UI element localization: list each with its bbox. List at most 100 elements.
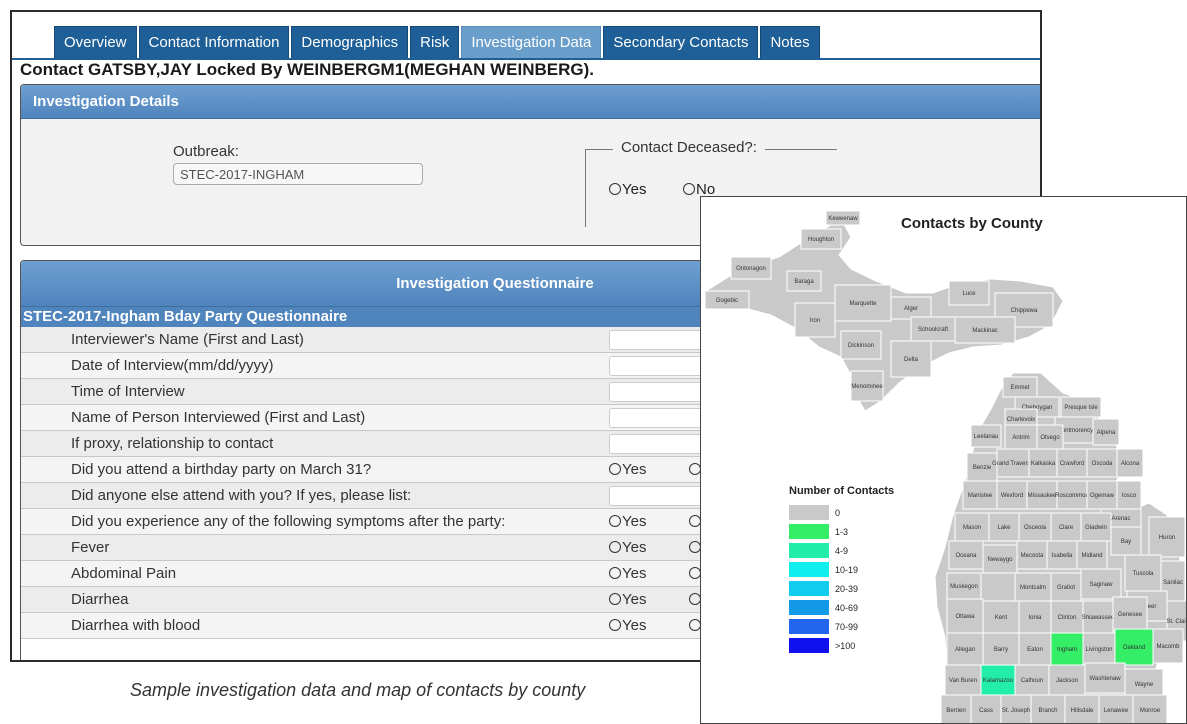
- county-label: Oceana: [955, 553, 977, 559]
- question-label: Name of Person Interviewed (First and La…: [71, 409, 366, 426]
- county-label: Lake: [997, 525, 1011, 531]
- legend-swatch: [789, 524, 829, 539]
- county-label: Lenawee: [1104, 708, 1129, 714]
- county-label: Gratiot: [1057, 585, 1075, 591]
- tab-secondary-contacts[interactable]: Secondary Contacts: [603, 26, 759, 58]
- question-label: Did anyone else attend with you? If yes,…: [71, 487, 412, 504]
- answer-yes-radio[interactable]: Yes: [609, 565, 646, 582]
- county-label: Muskegon: [950, 584, 978, 590]
- county-label: Allegan: [955, 647, 975, 653]
- map-title: Contacts by County: [901, 215, 1043, 232]
- county-label: Manistee: [968, 493, 993, 499]
- county-label: Wexford: [1001, 493, 1023, 499]
- legend-title: Number of Contacts: [789, 485, 895, 497]
- lock-message: Contact GATSBY,JAY Locked By WEINBERGM1(…: [20, 60, 594, 79]
- county-label: Alpena: [1097, 430, 1116, 436]
- county-label: Kalkaska: [1031, 461, 1056, 467]
- legend-label: 40-69: [835, 602, 859, 613]
- tab-risk[interactable]: Risk: [410, 26, 460, 58]
- question-label: Did you attend a birthday party on March…: [71, 461, 372, 478]
- question-label: Time of Interview: [71, 383, 185, 400]
- county-label: Washtenaw: [1089, 676, 1121, 682]
- question-label: Abdominal Pain: [71, 565, 177, 582]
- legend-entry: 1-3: [789, 522, 894, 541]
- county-label: Otsego: [1040, 435, 1060, 441]
- county-label: Branch: [1038, 708, 1057, 714]
- legend-entry: 20-39: [789, 579, 894, 598]
- radio-circle-icon: [609, 463, 621, 475]
- county-label: Schoolcraft: [918, 327, 948, 333]
- county-label: Van Buren: [949, 678, 977, 684]
- county-label: Presque Isle: [1064, 405, 1098, 411]
- county-label: Gogebic: [716, 298, 738, 304]
- county-label: Oscoda: [1092, 461, 1113, 467]
- legend-entry: 4-9: [789, 541, 894, 560]
- county-label: Sanilac: [1163, 580, 1183, 586]
- answer-yes-radio[interactable]: Yes: [609, 617, 646, 634]
- answer-yes-radio[interactable]: Yes: [609, 461, 646, 478]
- county-label: Midland: [1081, 553, 1102, 559]
- michigan-county-map: Keweenaw Houghton Ontonagon Baraga Gogebic Ir…: [702, 210, 1186, 723]
- details-header: Investigation Details: [21, 85, 1040, 119]
- question-label: If proxy, relationship to contact: [71, 435, 274, 452]
- question-label: Diarrhea: [71, 591, 129, 608]
- county-label: Antrim: [1012, 435, 1029, 441]
- county-label: Emmet: [1010, 385, 1029, 391]
- figure-caption: Sample investigation data and map of con…: [130, 680, 586, 700]
- radio-circle-icon: [609, 567, 621, 579]
- legend-swatch: [789, 581, 829, 596]
- county-label: Clinton: [1058, 615, 1077, 621]
- legend-entry: 70-99: [789, 617, 894, 636]
- county-label: Ottawa: [955, 614, 975, 620]
- county-label: Bay: [1121, 539, 1131, 545]
- legend-label: >100: [835, 640, 856, 651]
- answer-yes-radio[interactable]: Yes: [609, 513, 646, 530]
- answer-yes-radio[interactable]: Yes: [609, 539, 646, 556]
- question-label: Diarrhea with blood: [71, 617, 201, 634]
- county-label: Livingston: [1085, 647, 1112, 653]
- county-label: Luce: [962, 291, 976, 297]
- radio-circle-icon: [609, 593, 621, 605]
- tab-overview[interactable]: Overview: [54, 26, 137, 58]
- map-legend: Number of Contacts 0 1-3 4-9 10-19 20-39 40-6…: [789, 485, 894, 655]
- county-label: Saginaw: [1089, 582, 1113, 588]
- legend-swatch: [789, 562, 829, 577]
- question-label: Date of Interview(mm/dd/yyyy): [71, 357, 274, 374]
- tab-investigation-data[interactable]: Investigation Data: [461, 26, 602, 58]
- county-label: Eaton: [1027, 647, 1043, 653]
- county-label: Ingham: [1057, 647, 1077, 653]
- county-label: Montcalm: [1020, 585, 1046, 591]
- legend-entry: 10-19: [789, 560, 894, 579]
- county-label: Barry: [994, 647, 1008, 653]
- county-label: Iron: [810, 318, 820, 324]
- tab-list: Overview Contact Information Demographics R…: [54, 26, 822, 58]
- answer-yes-radio[interactable]: Yes: [609, 591, 646, 608]
- tab-demographics[interactable]: Demographics: [291, 26, 409, 58]
- legend-label: 1-3: [835, 526, 849, 537]
- county-label: Shiawassee: [1082, 615, 1115, 621]
- county-label: Tuscola: [1133, 571, 1154, 577]
- legend-entry: >100: [789, 636, 894, 655]
- deceased-yes-radio[interactable]: Yes: [609, 181, 646, 198]
- tab-contact-information[interactable]: Contact Information: [138, 26, 290, 58]
- legend-swatch: [789, 619, 829, 634]
- county-label: Dickinson: [848, 343, 874, 349]
- county-label: Leelanau: [974, 434, 999, 440]
- county-label: Benzie: [973, 465, 992, 471]
- yes-label: Yes: [622, 461, 647, 478]
- county-label: Menominee: [851, 384, 883, 390]
- county-label: Monroe: [1140, 708, 1161, 714]
- county-label: Mackinac: [972, 328, 997, 334]
- county-label: Charlevoix: [1007, 417, 1035, 423]
- tab-notes[interactable]: Notes: [760, 26, 820, 58]
- outbreak-field[interactable]: STEC-2017-INGHAM: [173, 163, 423, 185]
- county-label: Hillsdale: [1071, 708, 1094, 714]
- county-label: Chippewa: [1011, 308, 1038, 314]
- county-label: Huron: [1159, 535, 1175, 541]
- deceased-legend: Contact Deceased?:: [613, 139, 765, 156]
- county-label: Grand Traverse: [992, 461, 1034, 467]
- question-label: Fever: [71, 539, 110, 556]
- deceased-yes-label: Yes: [622, 181, 647, 198]
- tab-bar: Overview Contact Information Demographics R…: [12, 12, 1040, 58]
- outbreak-label: Outbreak:: [173, 143, 239, 160]
